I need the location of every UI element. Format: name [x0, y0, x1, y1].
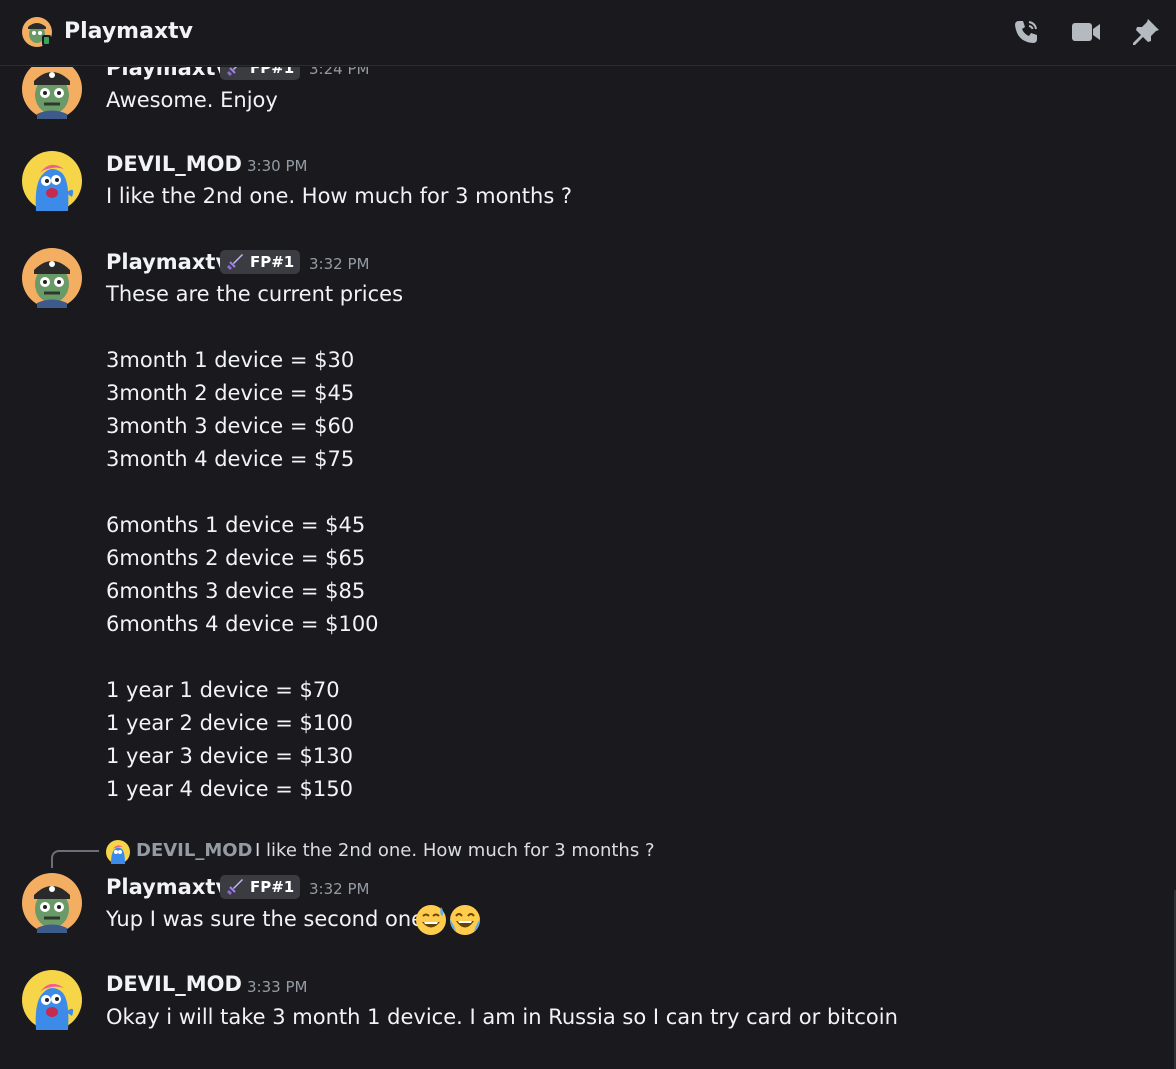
author-name[interactable]: Playmaxtv: [106, 67, 229, 82]
avatar-playmaxtv[interactable]: [22, 67, 82, 119]
timestamp: 3:32 PM: [309, 880, 370, 898]
message-line: 6months 1 device = $45: [106, 513, 366, 537]
author-name[interactable]: DEVIL_MOD: [106, 970, 242, 998]
timestamp: 3:30 PM: [247, 157, 308, 175]
message-line: 1 year 1 device = $70: [106, 678, 340, 702]
message-text: I like the 2nd one. How much for 3 month…: [106, 184, 573, 208]
message-line: 3month 3 device = $60: [106, 414, 355, 438]
avatar-devil-mod[interactable]: [22, 970, 82, 1030]
tears-of-joy-emoji[interactable]: [448, 903, 482, 937]
timestamp: 3:24 PM: [309, 67, 370, 78]
timestamp: 3:32 PM: [309, 255, 370, 273]
avatar-devil-mod[interactable]: [22, 151, 82, 211]
sweat-smile-emoji[interactable]: [414, 903, 448, 937]
message-line: 1 year 4 device = $150: [106, 777, 353, 801]
author-name[interactable]: Playmaxtv: [106, 248, 229, 276]
channel-title: Playmaxtv: [64, 19, 193, 44]
avatar-playmaxtv[interactable]: [22, 873, 82, 933]
message-line: 3month 1 device = $30: [106, 348, 355, 372]
avatar-playmaxtv[interactable]: [22, 248, 82, 308]
message-list: Playmaxtv FP#1 3:24 PM Awesome. Enjoy DE…: [0, 67, 1176, 1069]
message-line: 6months 3 device = $85: [106, 579, 366, 603]
role-badge[interactable]: FP#1: [220, 67, 301, 80]
message-line: 6months 4 device = $100: [106, 612, 379, 636]
message-text: Awesome. Enjoy: [106, 88, 278, 112]
author-name[interactable]: Playmaxtv: [106, 873, 229, 901]
badge-label: FP#1: [250, 253, 295, 271]
phone-call-icon[interactable]: [1010, 16, 1042, 48]
author-name[interactable]: DEVIL_MOD: [106, 150, 242, 178]
message-line: 1 year 3 device = $130: [106, 744, 353, 768]
video-camera-icon[interactable]: [1070, 16, 1102, 48]
reply-preview-text[interactable]: I like the 2nd one. How much for 3 month…: [255, 839, 655, 863]
header-avatar[interactable]: [22, 17, 52, 47]
reply-connector: [51, 850, 99, 868]
reply-avatar[interactable]: [106, 840, 130, 864]
role-badge[interactable]: FP#1: [220, 250, 301, 274]
pin-icon[interactable]: [1130, 16, 1162, 48]
message-text: Yup I was sure the second one: [106, 907, 425, 931]
timestamp: 3:33 PM: [247, 978, 308, 996]
message-text: Okay i will take 3 month 1 device. I am …: [106, 1005, 898, 1029]
sword-icon: [227, 879, 243, 895]
reply-author[interactable]: DEVIL_MOD: [136, 839, 253, 863]
message-line: 1 year 2 device = $100: [106, 711, 353, 735]
message-line: These are the current prices: [106, 282, 404, 306]
message-line: 3month 4 device = $75: [106, 447, 355, 471]
message-line: 3month 2 device = $45: [106, 381, 355, 405]
sword-icon: [227, 67, 237, 76]
message-line: 6months 2 device = $65: [106, 546, 366, 570]
sword-icon: [227, 254, 243, 270]
badge-label: FP#1: [250, 878, 295, 896]
role-badge[interactable]: FP#1: [220, 875, 301, 899]
badge-label: FP#1: [250, 67, 295, 77]
channel-header: Playmaxtv: [0, 0, 1176, 66]
